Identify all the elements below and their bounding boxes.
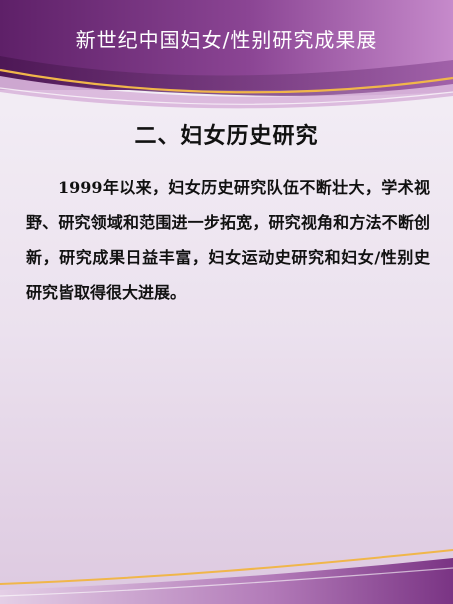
section-title: 二、妇女历史研究 [134,123,319,149]
banner-title: 新世纪中国妇女/性别研究成果展 [75,28,378,52]
header-banner: 新世纪中国妇女/性别研究成果展 [0,0,453,120]
footer-wave [0,549,453,604]
header-decoration [0,0,453,109]
footer-decoration [0,544,453,604]
body-paragraph: 1999年以来，妇女历史研究队伍不断壮大，学术视野、研究领域和范围进一步拓宽，研… [26,178,430,302]
